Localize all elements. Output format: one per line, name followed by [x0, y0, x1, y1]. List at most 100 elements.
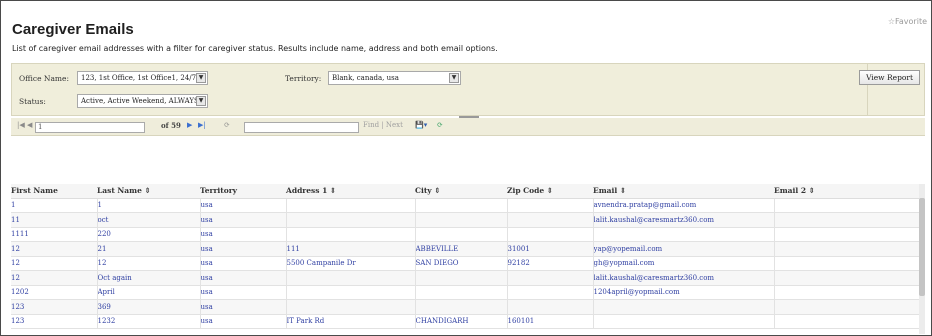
cell	[774, 212, 925, 228]
territory-value: Blank, canada, usa	[332, 74, 399, 82]
cell: 21	[97, 241, 201, 257]
cell: 123	[11, 299, 98, 315]
table-row: 12 21 usa 111 ABBEVILLE 31001 yap@yopemail.com	[11, 241, 925, 257]
status-label: Status:	[19, 97, 46, 106]
cell: 111	[286, 241, 416, 257]
cell: 12	[11, 256, 98, 271]
cell	[286, 285, 416, 300]
cell	[415, 285, 508, 300]
col-first-name[interactable]: First Name	[11, 184, 97, 199]
col-zip[interactable]: Zip Code ⇕	[507, 184, 593, 199]
cell	[286, 198, 416, 213]
cell: 31001	[507, 241, 594, 257]
cell	[774, 241, 925, 257]
col-territory[interactable]: Territory	[200, 184, 286, 199]
col-city[interactable]: City ⇕	[415, 184, 507, 199]
cell: 1111	[11, 227, 98, 242]
cell	[507, 198, 594, 213]
favorite-link[interactable]: ☆Favorite	[888, 17, 927, 26]
refresh-report-icon[interactable]: ⟳	[437, 121, 443, 129]
cell: 1	[11, 198, 98, 213]
view-report-button[interactable]: View Report	[859, 70, 920, 85]
cell: avnendra.pratap@gmail.com	[593, 198, 775, 213]
table-row: 123 1232 usa IT Park Rd CHANDIGARH 160101	[11, 314, 925, 329]
cell: lalit.kaushal@caresmartz360.com	[593, 270, 775, 286]
cell	[507, 285, 594, 300]
cell	[286, 299, 416, 315]
cell	[507, 270, 594, 286]
cell: Oct again	[97, 270, 201, 286]
status-select[interactable]: Active, Active Weekend, ALWAYS ▼	[77, 94, 208, 108]
cell: usa	[200, 212, 287, 228]
table-row: 11 oct usa lalit.kaushal@caresmartz360.com	[11, 212, 925, 228]
territory-label: Territory:	[285, 74, 322, 83]
cell	[593, 314, 775, 329]
cell: 5500 Campanile Dr	[286, 256, 416, 271]
cell: 1204april@yopmail.com	[593, 285, 775, 300]
first-page-icon[interactable]: |◀	[17, 121, 25, 129]
cell: SAN DIEGO	[415, 256, 508, 271]
scrollbar-thumb[interactable]	[919, 198, 925, 296]
find-input[interactable]	[244, 122, 359, 133]
status-value: Active, Active Weekend, ALWAYS	[81, 97, 199, 105]
cell	[774, 198, 925, 213]
table-row: 1111 220 usa	[11, 227, 925, 242]
prev-page-icon[interactable]: ◀	[27, 121, 32, 129]
cell: CHANDIGARH	[415, 314, 508, 329]
cell: 220	[97, 227, 201, 242]
report-table: First Name Last Name ⇕ Territory Address…	[11, 184, 925, 335]
cell: 92182	[507, 256, 594, 271]
table-row: 1 1 usa avnendra.pratap@gmail.com	[11, 198, 925, 213]
cell: 123	[11, 314, 98, 329]
col-email2[interactable]: Email 2 ⇕	[774, 184, 925, 199]
cell: yap@yopemail.com	[593, 241, 775, 257]
page-description: List of caregiver email addresses with a…	[12, 44, 498, 53]
cell: 12	[11, 241, 98, 257]
cell: usa	[200, 241, 287, 257]
cell	[415, 299, 508, 315]
cell: gh@yopmail.com	[593, 256, 775, 271]
cell: ABBEVILLE	[415, 241, 508, 257]
vertical-scrollbar[interactable]	[919, 184, 925, 334]
cell: oct	[97, 212, 201, 228]
next-page-icon[interactable]: ▶	[187, 121, 192, 129]
dropdown-arrow-icon[interactable]: ▼	[196, 96, 206, 106]
cell	[507, 212, 594, 228]
cell: 1202	[11, 285, 98, 300]
table-row: 12 12 usa 5500 Campanile Dr SAN DIEGO 92182 gh…	[11, 256, 925, 271]
page-number-input[interactable]: 1	[35, 122, 145, 133]
dropdown-arrow-icon[interactable]: ▼	[449, 73, 459, 83]
table-row: 123 369 usa	[11, 299, 925, 315]
cell	[774, 227, 925, 242]
cell: 160101	[507, 314, 594, 329]
cell	[507, 299, 594, 315]
cell: 369	[97, 299, 201, 315]
cell	[507, 227, 594, 242]
cell	[415, 270, 508, 286]
cell: lalit.kaushal@caresmartz360.com	[593, 212, 775, 228]
cell	[415, 227, 508, 242]
office-name-select[interactable]: 123, 1st Office, 1st Office1, 24/7 ▼	[77, 71, 208, 85]
col-address[interactable]: Address 1 ⇕	[286, 184, 415, 199]
last-page-icon[interactable]: ▶|	[198, 121, 206, 129]
table-row: 1202 April usa 1204april@yopmail.com	[11, 285, 925, 300]
cell: usa	[200, 256, 287, 271]
cell: 1	[97, 198, 201, 213]
refresh-icon[interactable]: ⟳	[224, 121, 230, 129]
territory-select[interactable]: Blank, canada, usa ▼	[328, 71, 461, 85]
cell	[286, 212, 416, 228]
cell	[774, 299, 925, 315]
cell	[774, 270, 925, 286]
col-email[interactable]: Email ⇕	[593, 184, 774, 199]
cell: 11	[11, 212, 98, 228]
col-last-name[interactable]: Last Name ⇕	[97, 184, 200, 199]
cell	[774, 256, 925, 271]
cell	[593, 299, 775, 315]
cell	[415, 212, 508, 228]
find-next-link[interactable]: Find | Next	[363, 121, 403, 129]
office-name-value: 123, 1st Office, 1st Office1, 24/7	[81, 74, 197, 82]
export-icon[interactable]: 💾▾	[415, 121, 427, 129]
dropdown-arrow-icon[interactable]: ▼	[196, 73, 206, 83]
cell: usa	[200, 227, 287, 242]
cell: usa	[200, 314, 287, 329]
